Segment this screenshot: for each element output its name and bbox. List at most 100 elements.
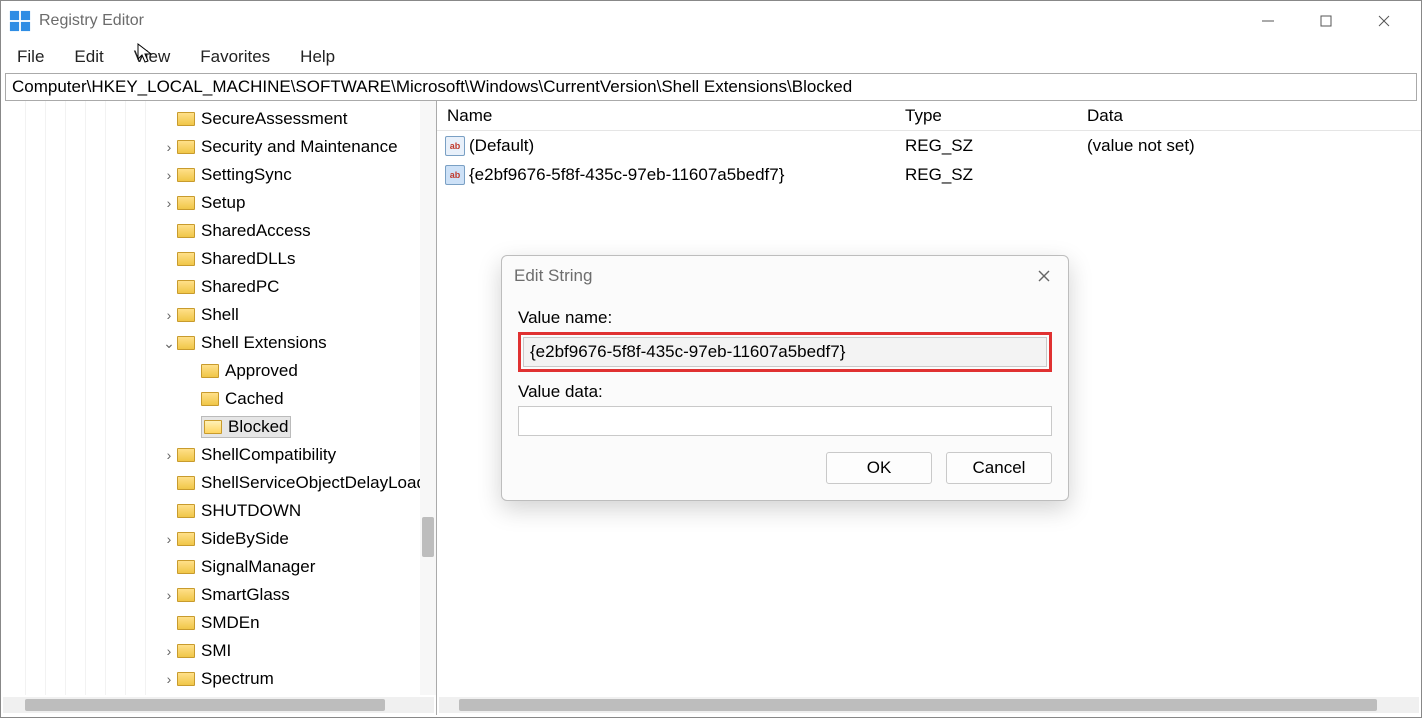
folder-icon	[177, 308, 195, 322]
chevron-right-icon[interactable]: ›	[161, 671, 177, 687]
tree-item[interactable]: › Security and Maintenance	[1, 133, 436, 161]
menu-file[interactable]: File	[11, 43, 50, 71]
folder-icon	[177, 476, 195, 490]
folder-icon	[177, 504, 195, 518]
tree-item[interactable]: SHUTDOWN	[1, 497, 436, 525]
folder-icon	[177, 672, 195, 686]
tree-item-label: Shell Extensions	[201, 333, 327, 353]
tree-item[interactable]: › SideBySide	[1, 525, 436, 553]
tree-item-label: ShellServiceObjectDelayLoad	[201, 473, 426, 493]
menu-edit[interactable]: Edit	[68, 43, 109, 71]
maximize-button[interactable]	[1297, 1, 1355, 41]
menu-help[interactable]: Help	[294, 43, 341, 71]
chevron-right-icon[interactable]: ›	[161, 531, 177, 547]
tree-item-label: Setup	[201, 193, 245, 213]
folder-icon	[177, 224, 195, 238]
address-bar[interactable]: Computer\HKEY_LOCAL_MACHINE\SOFTWARE\Mic…	[5, 73, 1417, 101]
folder-icon	[177, 280, 195, 294]
tree-item[interactable]: SecureAssessment	[1, 105, 436, 133]
folder-icon	[177, 588, 195, 602]
minimize-button[interactable]	[1239, 1, 1297, 41]
title-bar: Registry Editor	[1, 1, 1421, 41]
chevron-down-icon[interactable]: ⌄	[161, 335, 177, 352]
value-row[interactable]: ab{e2bf9676-5f8f-435c-97eb-11607a5bedf7}…	[437, 160, 1421, 189]
tree-item[interactable]: ShellServiceObjectDelayLoad	[1, 469, 436, 497]
tree-item[interactable]: Cached	[1, 385, 436, 413]
ok-button[interactable]: OK	[826, 452, 932, 484]
tree-item[interactable]: SignalManager	[1, 553, 436, 581]
value-name-input	[523, 337, 1047, 367]
tree-item-label: SideBySide	[201, 529, 289, 549]
tree-item-label: SHUTDOWN	[201, 501, 301, 521]
column-type[interactable]: Type	[905, 106, 1087, 126]
chevron-right-icon[interactable]: ›	[161, 167, 177, 183]
close-button[interactable]	[1355, 1, 1413, 41]
tree-item[interactable]: SharedDLLs	[1, 245, 436, 273]
dialog-title-bar[interactable]: Edit String	[502, 256, 1068, 296]
tree-vertical-scrollbar[interactable]	[420, 101, 436, 695]
tree-item[interactable]: SharedPC	[1, 273, 436, 301]
app-icon	[9, 10, 31, 32]
chevron-right-icon[interactable]: ›	[161, 195, 177, 211]
tree-horizontal-scrollbar[interactable]	[3, 697, 434, 713]
tree-item-label: Blocked	[228, 417, 288, 437]
tree-item-label: Security and Maintenance	[201, 137, 398, 157]
tree-item-label: SharedAccess	[201, 221, 311, 241]
folder-icon	[177, 168, 195, 182]
value-name: {e2bf9676-5f8f-435c-97eb-11607a5bedf7}	[469, 165, 905, 185]
value-row[interactable]: ab(Default)REG_SZ(value not set)	[437, 131, 1421, 160]
tree-item[interactable]: › Spectrum	[1, 665, 436, 693]
tree-item-label: SMDEn	[201, 613, 260, 633]
window-title: Registry Editor	[39, 12, 1239, 30]
menu-favorites[interactable]: Favorites	[194, 43, 276, 71]
value-data-input[interactable]	[518, 406, 1052, 436]
value-name-label: Value name:	[518, 308, 1052, 328]
tree-item-label: SignalManager	[201, 557, 315, 577]
folder-icon	[177, 616, 195, 630]
registry-tree[interactable]: SecureAssessment › Security and Maintenanc…	[1, 101, 436, 695]
folder-icon	[177, 112, 195, 126]
edit-string-dialog: Edit String Value name: Value data: OK C…	[501, 255, 1069, 501]
column-data[interactable]: Data	[1087, 106, 1421, 126]
tree-item-label: SettingSync	[201, 165, 292, 185]
menu-view[interactable]: View	[128, 43, 177, 71]
tree-item-label: Spectrum	[201, 669, 274, 689]
tree-item[interactable]: › SmartGlass	[1, 581, 436, 609]
tree-pane: SecureAssessment › Security and Maintenanc…	[1, 101, 437, 715]
chevron-right-icon[interactable]: ›	[161, 587, 177, 603]
folder-icon	[204, 420, 222, 434]
tree-item[interactable]: SMDEn	[1, 609, 436, 637]
dialog-close-button[interactable]	[1032, 264, 1056, 288]
tree-item[interactable]: Blocked	[1, 413, 436, 441]
values-list[interactable]: ab(Default)REG_SZ(value not set)ab{e2bf9…	[437, 131, 1421, 189]
tree-item[interactable]: Approved	[1, 357, 436, 385]
tree-item-label: Cached	[225, 389, 284, 409]
values-horizontal-scrollbar[interactable]	[439, 697, 1419, 713]
chevron-right-icon[interactable]: ›	[161, 643, 177, 659]
chevron-right-icon[interactable]: ›	[161, 139, 177, 155]
tree-item-label: ShellCompatibility	[201, 445, 336, 465]
value-data-label: Value data:	[518, 382, 1052, 402]
tree-item[interactable]: › Shell	[1, 301, 436, 329]
tree-item[interactable]: › Setup	[1, 189, 436, 217]
folder-icon	[177, 448, 195, 462]
tree-item-label: SmartGlass	[201, 585, 290, 605]
tree-item-label: Shell	[201, 305, 239, 325]
tree-item-label: Approved	[225, 361, 298, 381]
tree-item[interactable]: SharedAccess	[1, 217, 436, 245]
folder-icon	[177, 560, 195, 574]
menu-bar: File Edit View Favorites Help	[1, 41, 1421, 73]
column-name[interactable]: Name	[437, 106, 905, 126]
values-header: Name Type Data	[437, 101, 1421, 131]
folder-icon	[177, 644, 195, 658]
tree-item[interactable]: ⌄ Shell Extensions	[1, 329, 436, 357]
folder-icon	[177, 140, 195, 154]
chevron-right-icon[interactable]: ›	[161, 307, 177, 323]
tree-item-label: SharedPC	[201, 277, 279, 297]
folder-icon	[201, 364, 219, 378]
cancel-button[interactable]: Cancel	[946, 452, 1052, 484]
tree-item[interactable]: › SettingSync	[1, 161, 436, 189]
chevron-right-icon[interactable]: ›	[161, 447, 177, 463]
tree-item[interactable]: › ShellCompatibility	[1, 441, 436, 469]
tree-item[interactable]: ›SMI	[1, 637, 436, 665]
